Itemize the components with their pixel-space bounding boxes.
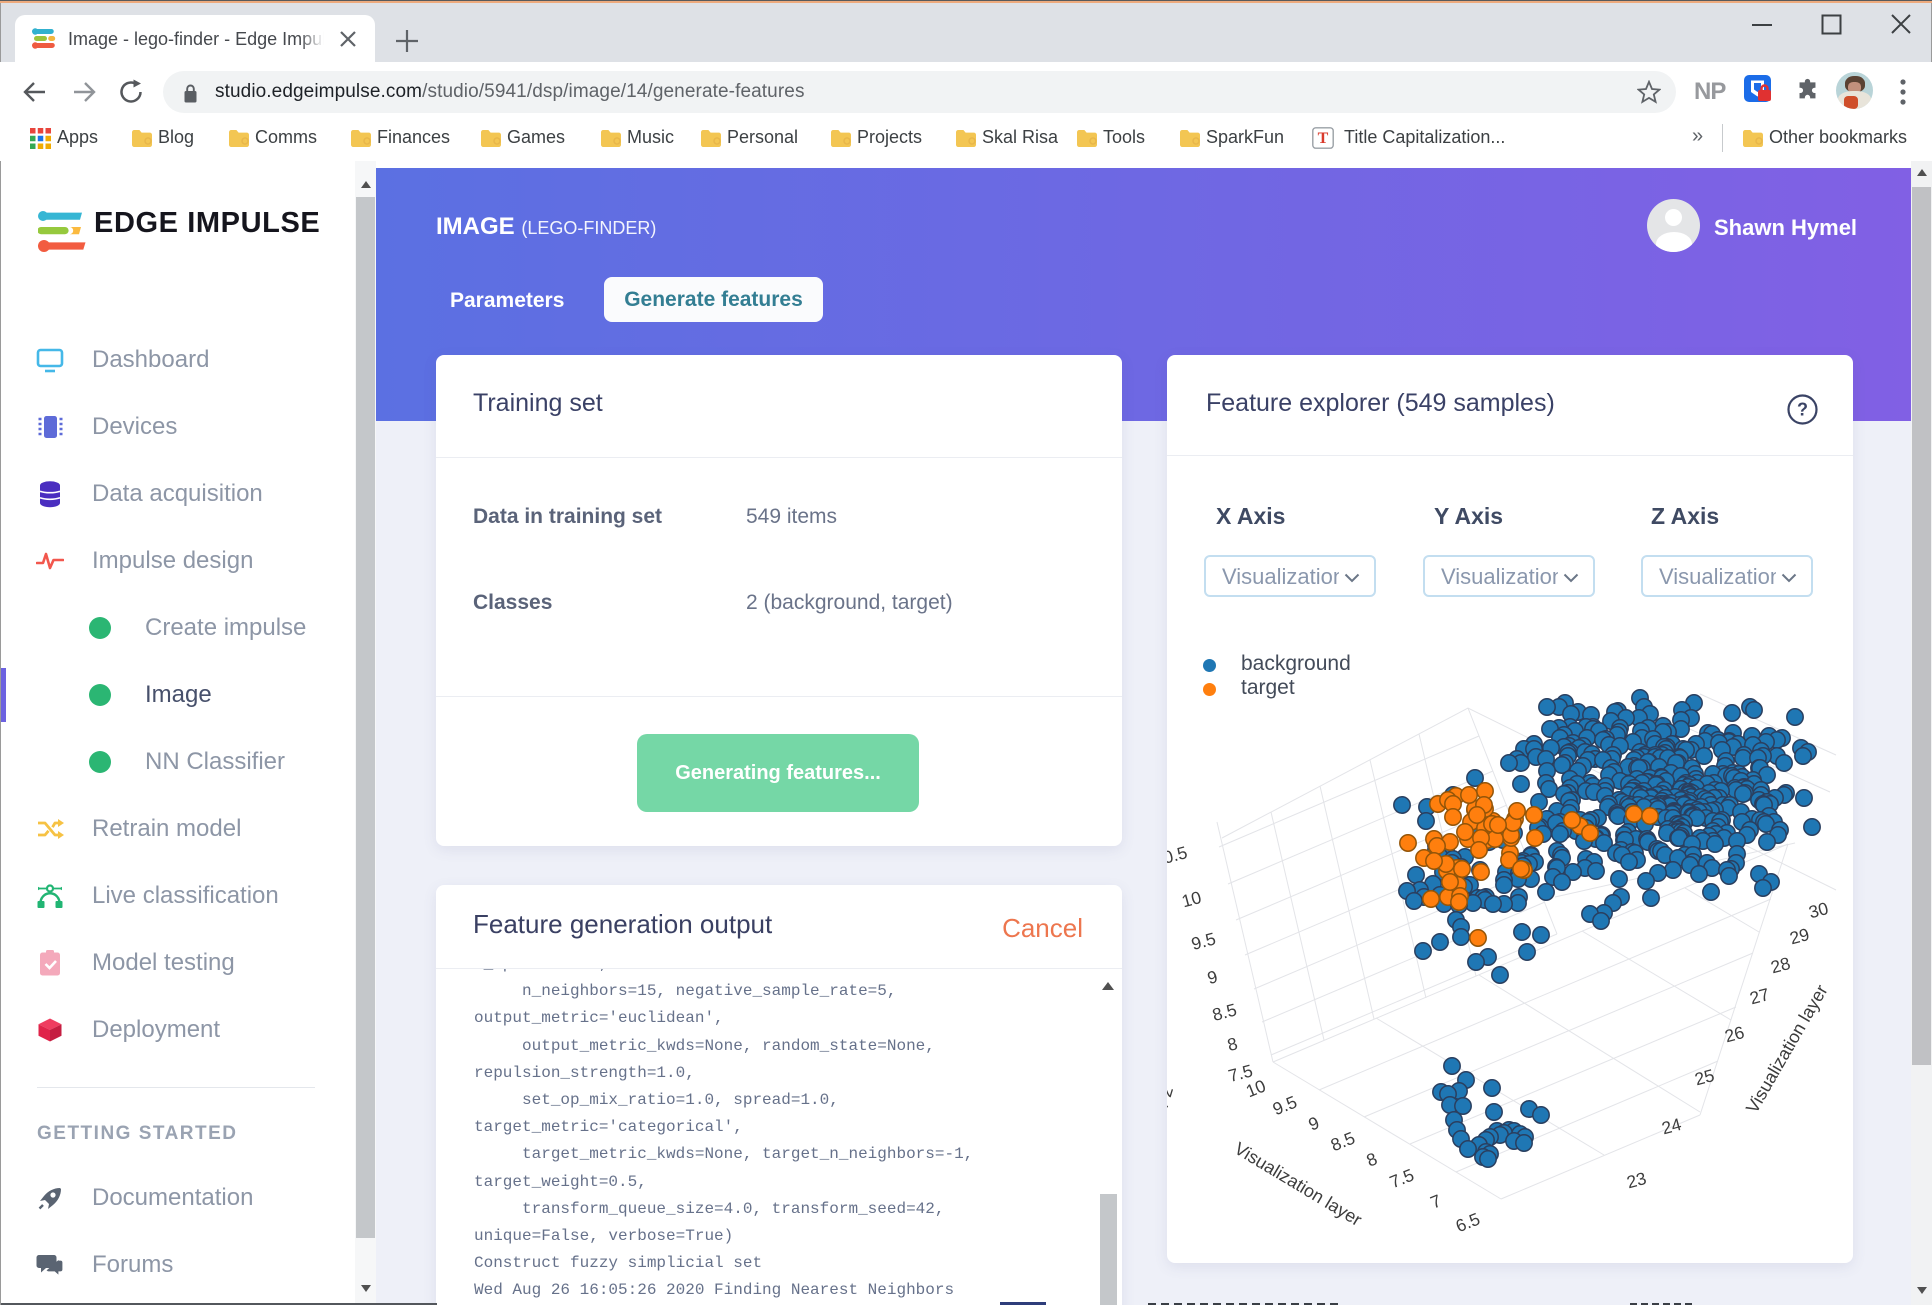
svg-text:24: 24 <box>1659 1114 1683 1138</box>
svg-text:8: 8 <box>1225 1033 1240 1055</box>
svg-text:10.5: 10.5 <box>1167 842 1189 870</box>
svg-text:27: 27 <box>1747 984 1771 1008</box>
svg-text:Visualization layer: Visualization layer <box>1231 1138 1365 1230</box>
svg-text:10: 10 <box>1179 887 1203 911</box>
svg-text:T: T <box>1318 130 1329 147</box>
svg-text:9.5: 9.5 <box>1189 928 1218 954</box>
svg-text:26: 26 <box>1722 1022 1746 1046</box>
svg-text:8: 8 <box>1363 1148 1380 1170</box>
svg-text:23: 23 <box>1624 1168 1648 1192</box>
svg-text:6.5: 6.5 <box>1453 1209 1483 1237</box>
svg-text:9: 9 <box>1305 1112 1322 1134</box>
svg-text:30: 30 <box>1806 898 1830 922</box>
svg-text:29: 29 <box>1787 924 1811 948</box>
svg-text:7.5: 7.5 <box>1387 1165 1417 1193</box>
svg-text:25: 25 <box>1692 1065 1716 1089</box>
svg-text:28: 28 <box>1768 953 1792 977</box>
svg-text:9.5: 9.5 <box>1270 1092 1300 1120</box>
svg-text:?: ? <box>1797 400 1808 420</box>
svg-text:8.5: 8.5 <box>1328 1128 1358 1156</box>
svg-text:8.5: 8.5 <box>1210 999 1239 1025</box>
svg-text:7: 7 <box>1427 1190 1444 1212</box>
svg-text:Visualization layer 2: Visualization layer 2 <box>1167 1084 1177 1243</box>
svg-text:9: 9 <box>1205 966 1220 988</box>
